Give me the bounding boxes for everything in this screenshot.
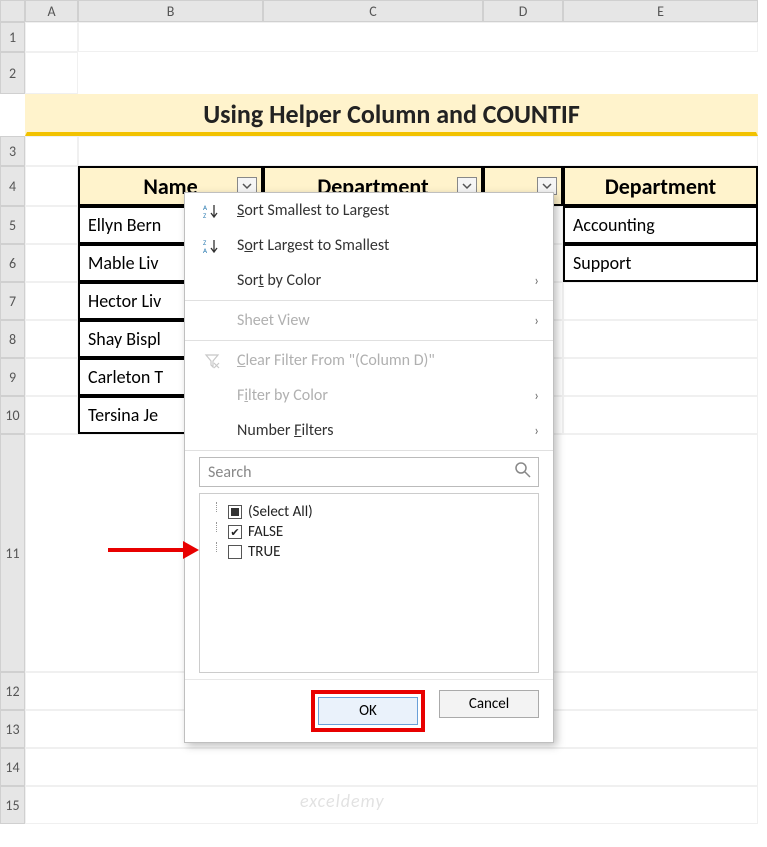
- checkbox-unchecked-icon[interactable]: [228, 545, 242, 559]
- filter-option-true[interactable]: TRUE: [210, 542, 528, 562]
- menu-separator: [185, 450, 553, 451]
- row-header-11[interactable]: 11: [0, 434, 25, 672]
- row-header-1[interactable]: 1: [0, 22, 25, 52]
- row-header-15[interactable]: 15: [0, 786, 25, 824]
- row-header-8[interactable]: 8: [0, 320, 25, 358]
- cell-BCDE1[interactable]: [78, 22, 758, 52]
- chevron-down-icon: [542, 181, 552, 191]
- col-header-A[interactable]: A: [25, 0, 78, 22]
- checkbox-checked-icon[interactable]: ✔: [228, 525, 242, 539]
- cell-A7[interactable]: [25, 282, 78, 320]
- chevron-down-icon: [462, 181, 472, 191]
- cancel-button[interactable]: Cancel: [439, 690, 539, 718]
- filter-search-input[interactable]: Search: [199, 457, 539, 487]
- cell-A1[interactable]: [25, 22, 78, 52]
- cell-BCDE3[interactable]: [78, 136, 758, 166]
- select-all-corner[interactable]: [0, 0, 25, 22]
- cell-row15[interactable]: [25, 786, 758, 824]
- menu-separator: [185, 340, 553, 341]
- sort-descending[interactable]: ZA Sort Largest to Smallest: [185, 228, 553, 263]
- watermark: exceldemy: [300, 790, 385, 812]
- menu-separator: [185, 300, 553, 301]
- sort-asc-label: Sort Smallest to Largest: [237, 201, 389, 220]
- filter-false-label: FALSE: [248, 523, 283, 541]
- cell-A2[interactable]: [25, 52, 78, 94]
- cell-row14[interactable]: [25, 748, 758, 786]
- chevron-right-icon: ›: [534, 272, 539, 289]
- header-department2: Department: [563, 166, 758, 206]
- sort-desc-label: Sort Largest to Smallest: [237, 236, 389, 255]
- cell-E10[interactable]: [563, 396, 758, 434]
- col-header-B[interactable]: B: [78, 0, 263, 22]
- number-filters-label: Number Filters: [237, 421, 334, 440]
- arrow-head-icon: [183, 541, 199, 559]
- row-header-4[interactable]: 4: [0, 166, 25, 206]
- cell-E8[interactable]: [563, 320, 758, 358]
- filter-option-false[interactable]: ✔ FALSE: [210, 522, 528, 542]
- ok-highlight-annotation: OK: [311, 690, 425, 732]
- cell-list2-6[interactable]: Support: [563, 244, 758, 282]
- filter-color-label: Filter by Color: [237, 386, 328, 405]
- clear-filter: Clear Filter From "(Column D)": [185, 343, 553, 378]
- sort-ascending[interactable]: AZ Sort Smallest to Largest: [185, 193, 553, 228]
- sheet-view: Sheet View ›: [185, 303, 553, 338]
- clear-filter-label: Clear Filter From "(Column D)": [237, 351, 435, 370]
- cell-E7[interactable]: [563, 282, 758, 320]
- svg-text:Z: Z: [203, 211, 207, 220]
- select-all-label: (Select All): [248, 503, 313, 521]
- cell-A10[interactable]: [25, 396, 78, 434]
- col-header-C[interactable]: C: [263, 0, 483, 22]
- ok-button[interactable]: OK: [318, 697, 418, 725]
- sort-desc-icon: ZA: [201, 237, 223, 255]
- number-filters[interactable]: Number Filters ›: [185, 413, 553, 448]
- cell-A5[interactable]: [25, 206, 78, 244]
- checkbox-indeterminate-icon[interactable]: [228, 505, 242, 519]
- select-all-option[interactable]: (Select All): [210, 502, 528, 522]
- col-header-D[interactable]: D: [483, 0, 563, 22]
- chevron-right-icon: ›: [534, 312, 539, 329]
- annotation-arrow: [108, 548, 184, 552]
- row-header-7[interactable]: 7: [0, 282, 25, 320]
- cell-A9[interactable]: [25, 358, 78, 396]
- chevron-right-icon: ›: [534, 387, 539, 404]
- cell-A4[interactable]: [25, 166, 78, 206]
- search-icon: [514, 461, 532, 484]
- col-header-E[interactable]: E: [563, 0, 758, 22]
- row-header-5[interactable]: 5: [0, 206, 25, 244]
- filter-by-color: Filter by Color ›: [185, 378, 553, 413]
- cell-list2-5[interactable]: Accounting: [563, 206, 758, 244]
- svg-text:A: A: [203, 246, 208, 255]
- sort-by-color[interactable]: Sort by Color ›: [185, 263, 553, 298]
- filter-values-tree: (Select All) ✔ FALSE TRUE: [199, 493, 539, 673]
- cell-A8[interactable]: [25, 320, 78, 358]
- row-header-2[interactable]: 2: [0, 52, 25, 94]
- dialog-buttons: OK Cancel: [185, 679, 553, 742]
- filter-true-label: TRUE: [248, 543, 280, 561]
- row-header-3[interactable]: 3: [0, 136, 25, 166]
- page-title: Using Helper Column and COUNTIF: [25, 94, 758, 136]
- row-header-12[interactable]: 12: [0, 672, 25, 710]
- row-header-13[interactable]: 13: [0, 710, 25, 748]
- autofilter-menu: AZ Sort Smallest to Largest ZA Sort Larg…: [184, 192, 554, 743]
- cell-A3[interactable]: [25, 136, 78, 166]
- clear-filter-icon: [201, 352, 223, 370]
- cell-E9[interactable]: [563, 358, 758, 396]
- sort-asc-icon: AZ: [201, 202, 223, 220]
- chevron-down-icon: [242, 181, 252, 191]
- search-placeholder: Search: [208, 463, 252, 482]
- sort-color-label: Sort by Color: [237, 271, 321, 290]
- cell-A6[interactable]: [25, 244, 78, 282]
- sheet-view-label: Sheet View: [237, 311, 310, 330]
- chevron-right-icon: ›: [534, 422, 539, 439]
- row-header-9[interactable]: 9: [0, 358, 25, 396]
- row-header-10[interactable]: 10: [0, 396, 25, 434]
- header-dept2-label: Department: [605, 173, 716, 200]
- row-header-14[interactable]: 14: [0, 748, 25, 786]
- row-header-6[interactable]: 6: [0, 244, 25, 282]
- arrow-line-icon: [108, 548, 184, 552]
